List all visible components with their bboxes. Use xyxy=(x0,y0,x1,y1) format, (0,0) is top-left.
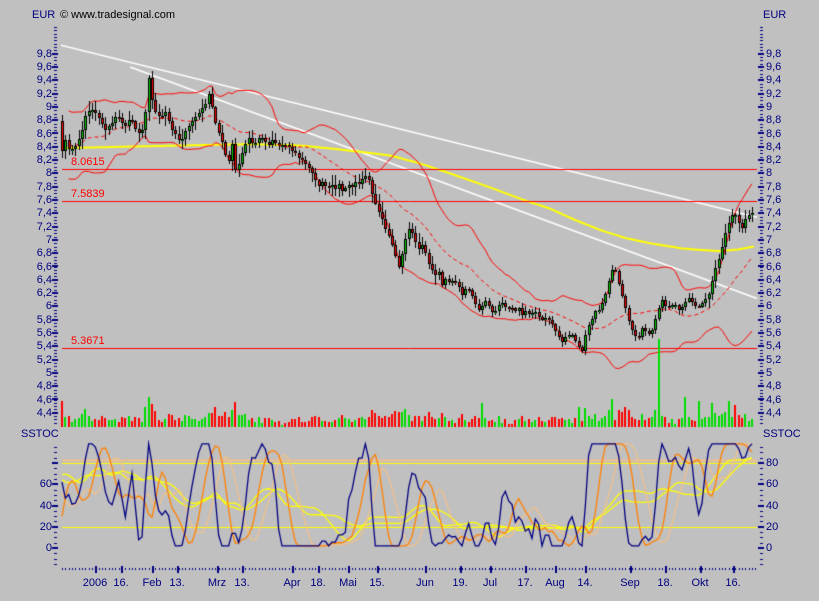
price-axis-label-left: 5,4 xyxy=(36,340,52,353)
price-axis-label-left: 7 xyxy=(45,233,52,246)
price-axis-label-left: 8,2 xyxy=(36,154,52,167)
price-axis-label-left: 5,2 xyxy=(36,353,52,366)
price-axis-label-right: 5,6 xyxy=(766,327,782,339)
price-axis-label-right: 5,4 xyxy=(766,340,782,353)
price-axis-label-right: 8,2 xyxy=(766,154,782,167)
stoch-axis-label-right: 60 xyxy=(766,478,779,491)
stoch-axis-label-right: 20 xyxy=(766,520,779,533)
price-axis-label-left: 6,8 xyxy=(36,247,52,260)
oscillator-label-left: SSTOC xyxy=(21,428,59,440)
price-axis-label-right: 8,8 xyxy=(766,114,782,127)
price-axis-label-left: 8,6 xyxy=(36,127,52,140)
price-axis-label-left: 6,6 xyxy=(36,260,52,273)
price-axis-label-right: 6,4 xyxy=(766,273,782,286)
price-level-label: 5.3671 xyxy=(71,335,105,348)
price-axis-unit-right: EUR xyxy=(763,9,787,21)
price-axis-label-left: 8 xyxy=(45,167,52,180)
copyright-text: © www.tradesignal.com xyxy=(60,9,176,21)
price-axis-label-left: 6,4 xyxy=(36,273,52,286)
date-axis-label: 18. xyxy=(657,577,673,589)
price-axis-label-left: 9,6 xyxy=(36,61,52,73)
price-axis-label-right: 6,8 xyxy=(766,247,782,260)
price-axis-label-right: 9,8 xyxy=(766,47,782,60)
price-axis-label-left: 9,8 xyxy=(36,47,52,60)
price-axis-label-right: 7,6 xyxy=(766,194,782,206)
price-axis-label-left: 7,6 xyxy=(36,194,52,206)
stoch-axis-label-right: 40 xyxy=(766,499,779,512)
date-axis-label: 13. xyxy=(169,577,185,589)
price-axis-label-right: 7,8 xyxy=(766,180,782,193)
price-axis-label-right: 6,2 xyxy=(766,287,782,300)
price-axis-label-right: 8,4 xyxy=(766,140,782,153)
price-level-label: 7.5839 xyxy=(71,188,105,201)
price-axis-label-right: 9 xyxy=(766,100,773,113)
price-axis-label-left: 4,4 xyxy=(36,406,52,419)
date-axis-label: Jun xyxy=(416,577,434,589)
price-axis-label-left: 9,4 xyxy=(36,74,52,87)
price-axis-label-right: 8 xyxy=(766,167,773,180)
price-axis-label-left: 6,2 xyxy=(36,287,52,300)
price-axis-unit-left: EUR xyxy=(32,9,56,21)
price-axis-label-left: 4,6 xyxy=(36,393,52,406)
tradesignal-chart-window: EUR © www.tradesignal.com EUR SSTOC SSTO… xyxy=(0,0,819,601)
price-axis-label-left: 5 xyxy=(45,366,52,379)
price-axis-label-right: 9,6 xyxy=(766,61,782,73)
stoch-axis-label-right: 80 xyxy=(766,457,779,469)
price-axis-label-right: 6,6 xyxy=(766,260,782,273)
price-axis-label-left: 9 xyxy=(45,100,52,113)
price-axis-label-right: 5,8 xyxy=(766,313,782,326)
date-axis-label: 13. xyxy=(234,577,250,589)
stoch-axis-label-left: 60 xyxy=(39,478,52,491)
price-axis-label-right: 9,2 xyxy=(766,87,782,100)
price-axis-label-left: 5,6 xyxy=(36,327,52,339)
price-axis-label-right: 4,8 xyxy=(766,380,782,393)
date-axis-label: 15. xyxy=(369,577,385,589)
price-axis-label-left: 8,8 xyxy=(36,114,52,127)
price-axis-label-right: 8,6 xyxy=(766,127,782,140)
price-axis-label-left: 9,2 xyxy=(36,87,52,100)
price-axis-label-right: 7 xyxy=(766,233,773,246)
date-axis-label: Jul xyxy=(482,577,498,589)
price-axis-label-left: 7,8 xyxy=(36,180,52,193)
price-axis-label-left: 5,8 xyxy=(36,313,52,326)
price-axis-label-left: 6 xyxy=(45,300,52,313)
price-axis-label-right: 9,4 xyxy=(766,74,782,87)
oscillator-label-right: SSTOC xyxy=(763,428,801,440)
stoch-axis-label-left: 40 xyxy=(39,499,52,512)
date-axis-label: 16. xyxy=(725,577,741,589)
price-axis-label-right: 7,2 xyxy=(766,220,782,233)
price-axis-label-left: 4,8 xyxy=(36,380,52,393)
stoch-axis-label-left: 0 xyxy=(45,542,52,554)
price-axis-label-right: 5,2 xyxy=(766,353,782,366)
stoch-axis-label-right: 0 xyxy=(766,542,773,554)
chart-canvas xyxy=(0,0,819,601)
price-axis-label-right: 4,6 xyxy=(766,393,782,406)
date-axis-label: Sep xyxy=(620,577,640,589)
price-axis-label-right: 4,4 xyxy=(766,406,782,419)
date-axis-label: 14. xyxy=(577,577,593,589)
price-axis-label-left: 7,2 xyxy=(36,220,52,233)
price-axis-label-right: 7,4 xyxy=(766,207,782,220)
price-axis-label-left: 7,4 xyxy=(36,207,52,220)
price-axis-label-left: 8,4 xyxy=(36,140,52,153)
stoch-axis-label-left: 20 xyxy=(39,520,52,533)
price-axis-label-right: 6 xyxy=(766,300,773,313)
price-axis-label-right: 5 xyxy=(766,366,773,379)
price-level-label: 8.0615 xyxy=(71,156,105,169)
